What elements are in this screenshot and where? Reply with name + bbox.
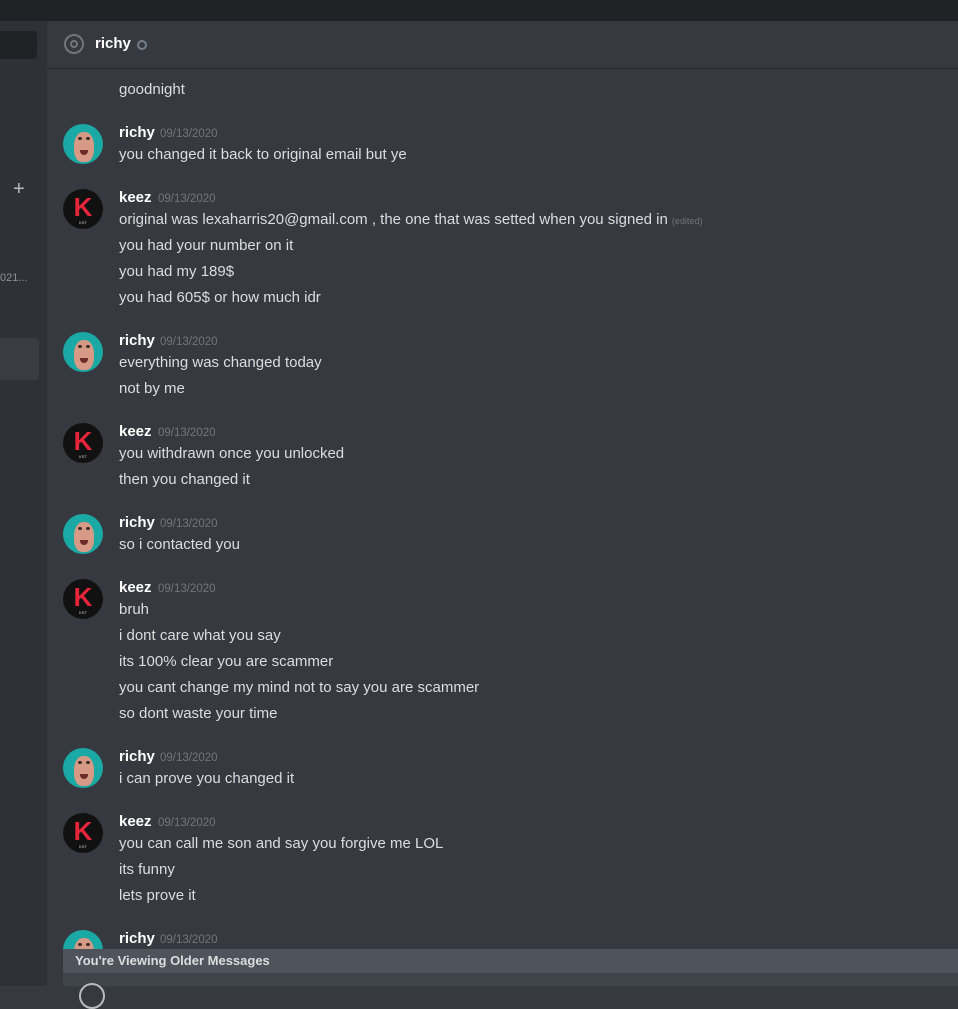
edited-label: (edited): [671, 216, 703, 226]
eye-graphic: [86, 761, 90, 764]
username[interactable]: richy: [119, 514, 155, 532]
message-text: bruh: [119, 601, 150, 618]
k-subtext: KST: [79, 610, 87, 615]
richy-avatar[interactable]: [63, 748, 103, 788]
older-messages-text: You're Viewing Older Messages: [75, 953, 270, 968]
eye-graphic: [86, 943, 90, 946]
message-text: its funny: [119, 861, 175, 878]
eye-graphic: [86, 527, 90, 530]
timestamp: 09/13/2020: [160, 752, 218, 764]
eye-graphic: [78, 345, 82, 348]
eye-graphic: [86, 345, 90, 348]
username[interactable]: keez: [119, 579, 152, 597]
message-text: so i contacted you: [119, 536, 240, 553]
timestamp: 09/13/2020: [160, 336, 218, 348]
sidebar-item-selected[interactable]: [0, 338, 39, 380]
message-text: you had your number on it: [119, 237, 294, 254]
message-text: you withdrawn once you unlocked: [119, 445, 345, 462]
offline-status-icon: [137, 40, 147, 50]
add-dm-icon[interactable]: +: [13, 179, 25, 199]
message-text: you can call me son and say you forgive …: [119, 835, 444, 852]
k-letter: K: [73, 426, 93, 456]
face-graphic: [74, 132, 94, 162]
message-text: then you changed it: [119, 471, 250, 488]
timestamp: 09/13/2020: [158, 427, 216, 439]
username[interactable]: keez: [119, 813, 152, 831]
username[interactable]: richy: [119, 930, 155, 948]
channel-header: richy: [47, 21, 958, 69]
message-text: you cant change my mind not to say you a…: [119, 679, 480, 696]
richy-avatar[interactable]: [63, 332, 103, 372]
username[interactable]: keez: [119, 423, 152, 441]
k-subtext: KST: [79, 220, 87, 225]
message-text: i can prove you changed it: [119, 770, 295, 787]
message-text: not by me: [119, 380, 185, 397]
k-letter: K: [73, 582, 93, 612]
username[interactable]: keez: [119, 189, 152, 207]
timestamp: 09/13/2020: [160, 934, 218, 946]
eye-graphic: [86, 137, 90, 140]
header-username[interactable]: richy: [95, 35, 131, 52]
message-text: its 100% clear you are scammer: [119, 653, 334, 670]
username[interactable]: richy: [119, 124, 155, 142]
username[interactable]: richy: [119, 332, 155, 350]
add-attachment-icon[interactable]: [79, 983, 105, 1009]
k-letter: K: [73, 816, 93, 846]
timestamp: 09/13/2020: [160, 128, 218, 140]
eye-graphic: [78, 761, 82, 764]
message-text: lets prove it: [119, 887, 196, 904]
keez-avatar[interactable]: K KST: [63, 579, 103, 619]
eye-graphic: [78, 137, 82, 140]
face-graphic: [74, 756, 94, 786]
message-text: so dont waste your time: [119, 705, 278, 722]
richy-avatar[interactable]: [63, 514, 103, 554]
search-input[interactable]: [0, 31, 37, 59]
k-letter: K: [73, 192, 93, 222]
message-text: everything was changed today: [119, 354, 322, 371]
username[interactable]: richy: [119, 748, 155, 766]
older-messages-banner[interactable]: You're Viewing Older Messages: [63, 949, 958, 973]
message-list: K goodnight richy 09/13/2020 you changed…: [47, 70, 958, 986]
richy-avatar[interactable]: [63, 124, 103, 164]
keez-avatar[interactable]: K KST: [63, 813, 103, 853]
keez-avatar[interactable]: K KST: [63, 423, 103, 463]
keez-avatar[interactable]: K KST: [63, 189, 103, 229]
eye-graphic: [78, 943, 82, 946]
message-text: original was lexaharris20@gmail.com , th…: [119, 210, 702, 231]
message-text: i dont care what you say: [119, 627, 281, 644]
dm-sidebar: + 021...: [0, 21, 47, 986]
eye-graphic: [78, 527, 82, 530]
message-text: you had 605$ or how much idr: [119, 289, 321, 306]
message-text: goodnight: [119, 81, 185, 98]
k-subtext: KST: [79, 454, 87, 459]
face-graphic: [74, 340, 94, 370]
face-graphic: [74, 522, 94, 552]
message-text: you had my 189$: [119, 263, 235, 280]
message-text: you changed it back to original email bu…: [119, 146, 407, 163]
timestamp: 09/13/2020: [158, 193, 216, 205]
timestamp: 09/13/2020: [158, 817, 216, 829]
message-text-content: original was lexaharris20@gmail.com , th…: [119, 211, 668, 228]
sidebar-truncated-label[interactable]: 021...: [0, 272, 28, 284]
message-input-area[interactable]: [63, 973, 958, 1009]
title-strip: [0, 0, 958, 21]
timestamp: 09/13/2020: [158, 583, 216, 595]
k-subtext: KST: [79, 844, 87, 849]
timestamp: 09/13/2020: [160, 518, 218, 530]
at-icon: [64, 34, 84, 54]
